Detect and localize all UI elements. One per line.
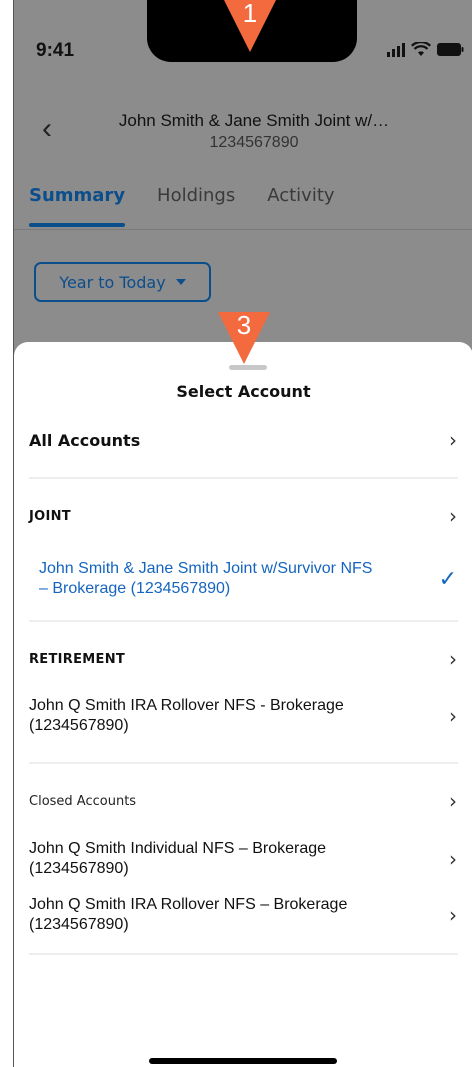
wifi-icon xyxy=(411,42,431,56)
divider xyxy=(29,620,458,622)
all-accounts-row[interactable]: All Accounts › xyxy=(14,426,472,454)
closed-account-row[interactable]: John Q Smith Individual NFS – Brokerage … xyxy=(14,836,472,882)
closed-accounts-row[interactable]: Closed Accounts › xyxy=(14,789,472,813)
account-detail: (1234567890) xyxy=(29,717,129,734)
select-account-sheet: Select Account All Accounts › JOINT › Jo… xyxy=(14,342,472,1067)
account-name: John Smith & Jane Smith Joint w/Survivor… xyxy=(39,560,373,577)
joint-section-label: JOINT xyxy=(29,508,71,524)
divider xyxy=(29,477,458,479)
tab-summary[interactable]: Summary xyxy=(29,185,126,227)
battery-icon xyxy=(437,43,464,56)
retirement-account-label: John Q Smith IRA Rollover NFS - Brokerag… xyxy=(29,696,344,736)
retirement-account-row[interactable]: John Q Smith IRA Rollover NFS - Brokerag… xyxy=(14,693,472,739)
retirement-section-row[interactable]: RETIREMENT › xyxy=(14,647,472,671)
joint-section-row[interactable]: JOINT › xyxy=(14,504,472,528)
closed-accounts-label: Closed Accounts xyxy=(29,793,137,809)
status-time: 9:41 xyxy=(36,40,75,61)
chevron-right-icon: › xyxy=(449,903,457,927)
tab-bar: Summary Holdings Activity xyxy=(14,185,472,227)
chevron-right-icon: › xyxy=(449,847,457,871)
annotation-marker: 1 xyxy=(224,0,276,52)
chevron-right-icon: › xyxy=(449,647,457,671)
tab-holdings[interactable]: Holdings xyxy=(157,185,235,206)
retirement-section-label: RETIREMENT xyxy=(29,651,126,667)
divider xyxy=(29,762,458,764)
annotation-number: 1 xyxy=(242,0,258,28)
chevron-right-icon: › xyxy=(449,428,457,452)
account-title: John Smith & Jane Smith Joint w/… xyxy=(118,111,390,130)
signal-icon xyxy=(387,42,405,57)
sheet-drag-handle[interactable] xyxy=(229,365,267,370)
account-detail: (1234567890) xyxy=(29,916,129,933)
closed-account-label: John Q Smith IRA Rollover NFS – Brokerag… xyxy=(29,895,347,935)
sheet-title: Select Account xyxy=(176,382,311,401)
annotation-marker: 3 xyxy=(218,310,270,364)
period-dropdown[interactable]: Year to Today xyxy=(34,262,211,302)
account-name: John Q Smith IRA Rollover NFS – Brokerag… xyxy=(29,896,348,913)
closed-account-label: John Q Smith Individual NFS – Brokerage … xyxy=(29,839,326,879)
joint-account-row[interactable]: John Smith & Jane Smith Joint w/Survivor… xyxy=(14,556,472,602)
back-chevron-icon[interactable]: ‹ xyxy=(42,112,52,146)
annotation-number: 3 xyxy=(236,310,252,340)
home-indicator[interactable] xyxy=(149,1058,337,1064)
tab-divider xyxy=(14,229,472,230)
chevron-right-icon: › xyxy=(449,704,457,728)
account-number: 1234567890 xyxy=(209,134,299,151)
joint-account-label: John Smith & Jane Smith Joint w/Survivor… xyxy=(29,559,372,599)
all-accounts-label: All Accounts xyxy=(29,430,141,450)
account-detail: (1234567890) xyxy=(29,860,129,877)
chevron-right-icon: › xyxy=(449,504,457,528)
checkmark-icon: ✓ xyxy=(438,566,457,591)
tab-activity[interactable]: Activity xyxy=(267,185,334,206)
caret-down-icon xyxy=(175,279,186,285)
period-label: Year to Today xyxy=(59,272,166,292)
account-name: John Q Smith IRA Rollover NFS - Brokerag… xyxy=(29,697,344,714)
phone-screen: 9:41 ‹ John Smith & Jane Smith Joint w/…… xyxy=(13,0,472,1067)
chevron-right-icon: › xyxy=(449,789,457,813)
divider xyxy=(29,953,458,955)
account-name: John Q Smith Individual NFS – Brokerage xyxy=(29,840,327,857)
closed-account-row[interactable]: John Q Smith IRA Rollover NFS – Brokerag… xyxy=(14,892,472,938)
status-icons xyxy=(387,42,464,57)
account-detail: – Brokerage (1234567890) xyxy=(39,580,231,597)
